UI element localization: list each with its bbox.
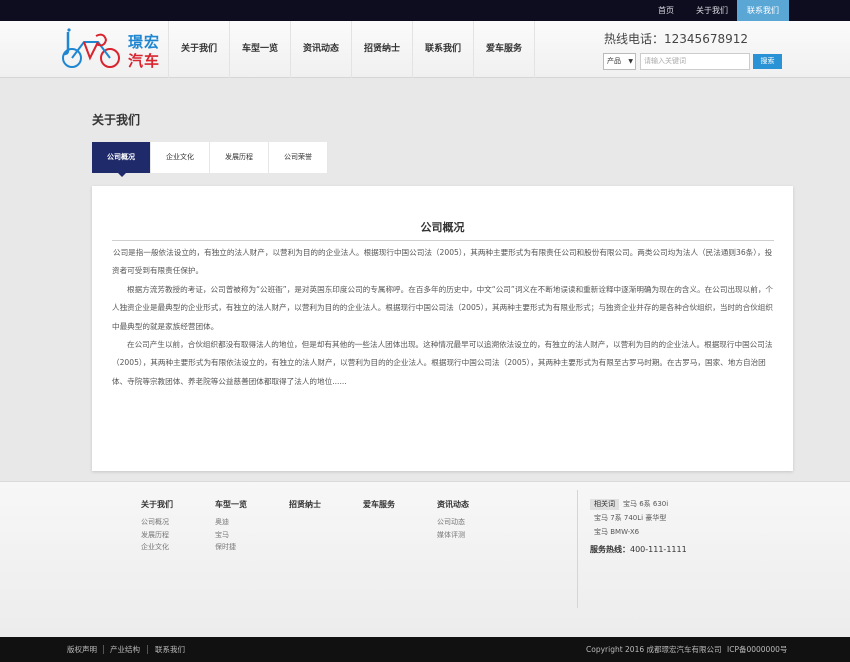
content-paragraph: 公司是指一般依法设立的，有独立的法人财产，以营利为目的的企业法人。根据现行中国公… <box>112 248 773 276</box>
footer-link[interactable]: 发展历程 <box>141 529 173 542</box>
related-keywords: 相关词 宝马 6系 630i 宝马 7系 740Li 豪华型 宝马 BMW-X6 … <box>590 499 770 555</box>
hotline: 热线电话：12345678912 <box>604 30 748 47</box>
footer-column-service: 爱车服务 <box>363 499 395 516</box>
bottom-link-contact[interactable]: 联系我们 <box>155 637 185 662</box>
content-paragraph: 根据方流芳教授的考证，公司曾被称为“公班衙”，是对英国东印度公司的专属称呼。在百… <box>112 284 774 331</box>
tab-history[interactable]: 发展历程 <box>210 142 269 173</box>
bottom-link-copyright-notice[interactable]: 版权声明 <box>67 637 97 662</box>
page-title: 关于我们 <box>92 113 141 127</box>
logo-bike-icon <box>62 28 120 68</box>
bottom-separator <box>147 645 148 654</box>
top-link-about[interactable]: 关于我们 <box>696 0 728 21</box>
bottom-bar: 版权声明 产业结构 联系我们 Copyright 2016 成都璟宏汽车有限公司… <box>0 637 850 662</box>
nav-item-contact[interactable]: 联系我们 <box>413 21 474 78</box>
related-label: 相关词 <box>590 499 619 510</box>
related-tag[interactable]: 宝马 7系 740Li 豪华型 <box>590 513 670 524</box>
nav-item-service[interactable]: 爱车服务 <box>474 21 535 78</box>
content-title: 公司概况 <box>420 221 465 234</box>
top-link-home[interactable]: 首页 <box>658 0 674 21</box>
footer-link[interactable]: 媒体评测 <box>437 529 469 542</box>
search-category-value: 产品 <box>607 57 621 65</box>
footer-column-title[interactable]: 关于我们 <box>141 499 173 510</box>
tab-company-profile[interactable]: 公司概况 <box>92 142 151 177</box>
bottom-separator <box>103 645 104 654</box>
search-button[interactable]: 搜索 <box>753 54 782 69</box>
hotline-number: 12345678912 <box>664 32 748 46</box>
nav-item-careers[interactable]: 招贤纳士 <box>352 21 413 78</box>
footer-column-about: 关于我们 公司概况 发展历程 企业文化 <box>141 499 173 554</box>
copyright-text: Copyright 2016 成都璟宏汽车有限公司 <box>586 645 722 654</box>
nav-item-about[interactable]: 关于我们 <box>169 21 230 78</box>
main-nav: 关于我们 车型一览 资讯动态 招贤纳士 联系我们 爱车服务 <box>168 21 535 78</box>
content-body: 公司是指一般依法设立的，有独立的法人财产，以营利为目的的企业法人。根据现行中国公… <box>112 244 774 391</box>
service-hotline-number: 400-111-1111 <box>630 545 687 554</box>
footer-link[interactable]: 企业文化 <box>141 541 173 554</box>
search-category-select[interactable]: 产品 ▼ <box>603 53 636 70</box>
logo-text-line2: 汽车 <box>128 52 161 70</box>
tab-honors[interactable]: 公司荣誉 <box>269 142 328 173</box>
footer-column-title[interactable]: 爱车服务 <box>363 499 395 510</box>
tab-culture[interactable]: 企业文化 <box>151 142 210 173</box>
site-footer: 关于我们 公司概况 发展历程 企业文化 车型一览 奥迪 宝马 保时捷 招贤纳士 … <box>0 481 850 637</box>
related-tag[interactable]: 宝马 6系 630i <box>619 499 672 510</box>
footer-link[interactable]: 公司动态 <box>437 516 469 529</box>
logo-text-line1: 璟宏 <box>128 33 161 51</box>
content-divider <box>112 240 774 241</box>
footer-link[interactable]: 公司概况 <box>141 516 173 529</box>
footer-column-news: 资讯动态 公司动态 媒体评测 <box>437 499 469 541</box>
sub-tabs: 公司概况 企业文化 发展历程 公司荣誉 <box>92 142 328 177</box>
footer-column-title[interactable]: 车型一览 <box>215 499 247 510</box>
chevron-down-icon: ▼ <box>628 58 633 65</box>
footer-link[interactable]: 保时捷 <box>215 541 247 554</box>
footer-column-models: 车型一览 奥迪 宝马 保时捷 <box>215 499 247 554</box>
footer-link[interactable]: 奥迪 <box>215 516 247 529</box>
footer-divider <box>577 490 578 608</box>
content-panel: 公司概况 公司是指一般依法设立的，有独立的法人财产，以营利为目的的企业法人。根据… <box>92 186 793 471</box>
top-link-contact[interactable]: 联系我们 <box>737 0 789 21</box>
nav-item-news[interactable]: 资讯动态 <box>291 21 352 78</box>
icp-number: ICP备0000000号 <box>727 645 788 654</box>
nav-item-models[interactable]: 车型一览 <box>230 21 291 78</box>
site-logo[interactable]: 璟宏 汽车 <box>60 28 168 72</box>
footer-column-title[interactable]: 招贤纳士 <box>289 499 321 510</box>
content-paragraph: 在公司产生以前，合伙组织都没有取得法人的地位，但是却有其他的一些法人团体出现。这… <box>112 340 773 386</box>
hotline-label: 热线电话： <box>604 32 665 46</box>
service-hotline: 服务热线：400-111-1111 <box>590 544 770 555</box>
bottom-link-industry[interactable]: 产业结构 <box>110 637 140 662</box>
site-header: 璟宏 汽车 关于我们 车型一览 资讯动态 招贤纳士 联系我们 爱车服务 热线电话… <box>0 21 850 78</box>
footer-column-careers: 招贤纳士 <box>289 499 321 516</box>
search-input[interactable]: 请输入关键词 <box>640 53 750 70</box>
related-tag[interactable]: 宝马 BMW-X6 <box>590 527 643 538</box>
footer-column-title[interactable]: 资讯动态 <box>437 499 469 510</box>
top-bar: 首页 关于我们 联系我们 <box>0 0 850 21</box>
footer-link[interactable]: 宝马 <box>215 529 247 542</box>
service-hotline-label: 服务热线： <box>590 545 630 554</box>
